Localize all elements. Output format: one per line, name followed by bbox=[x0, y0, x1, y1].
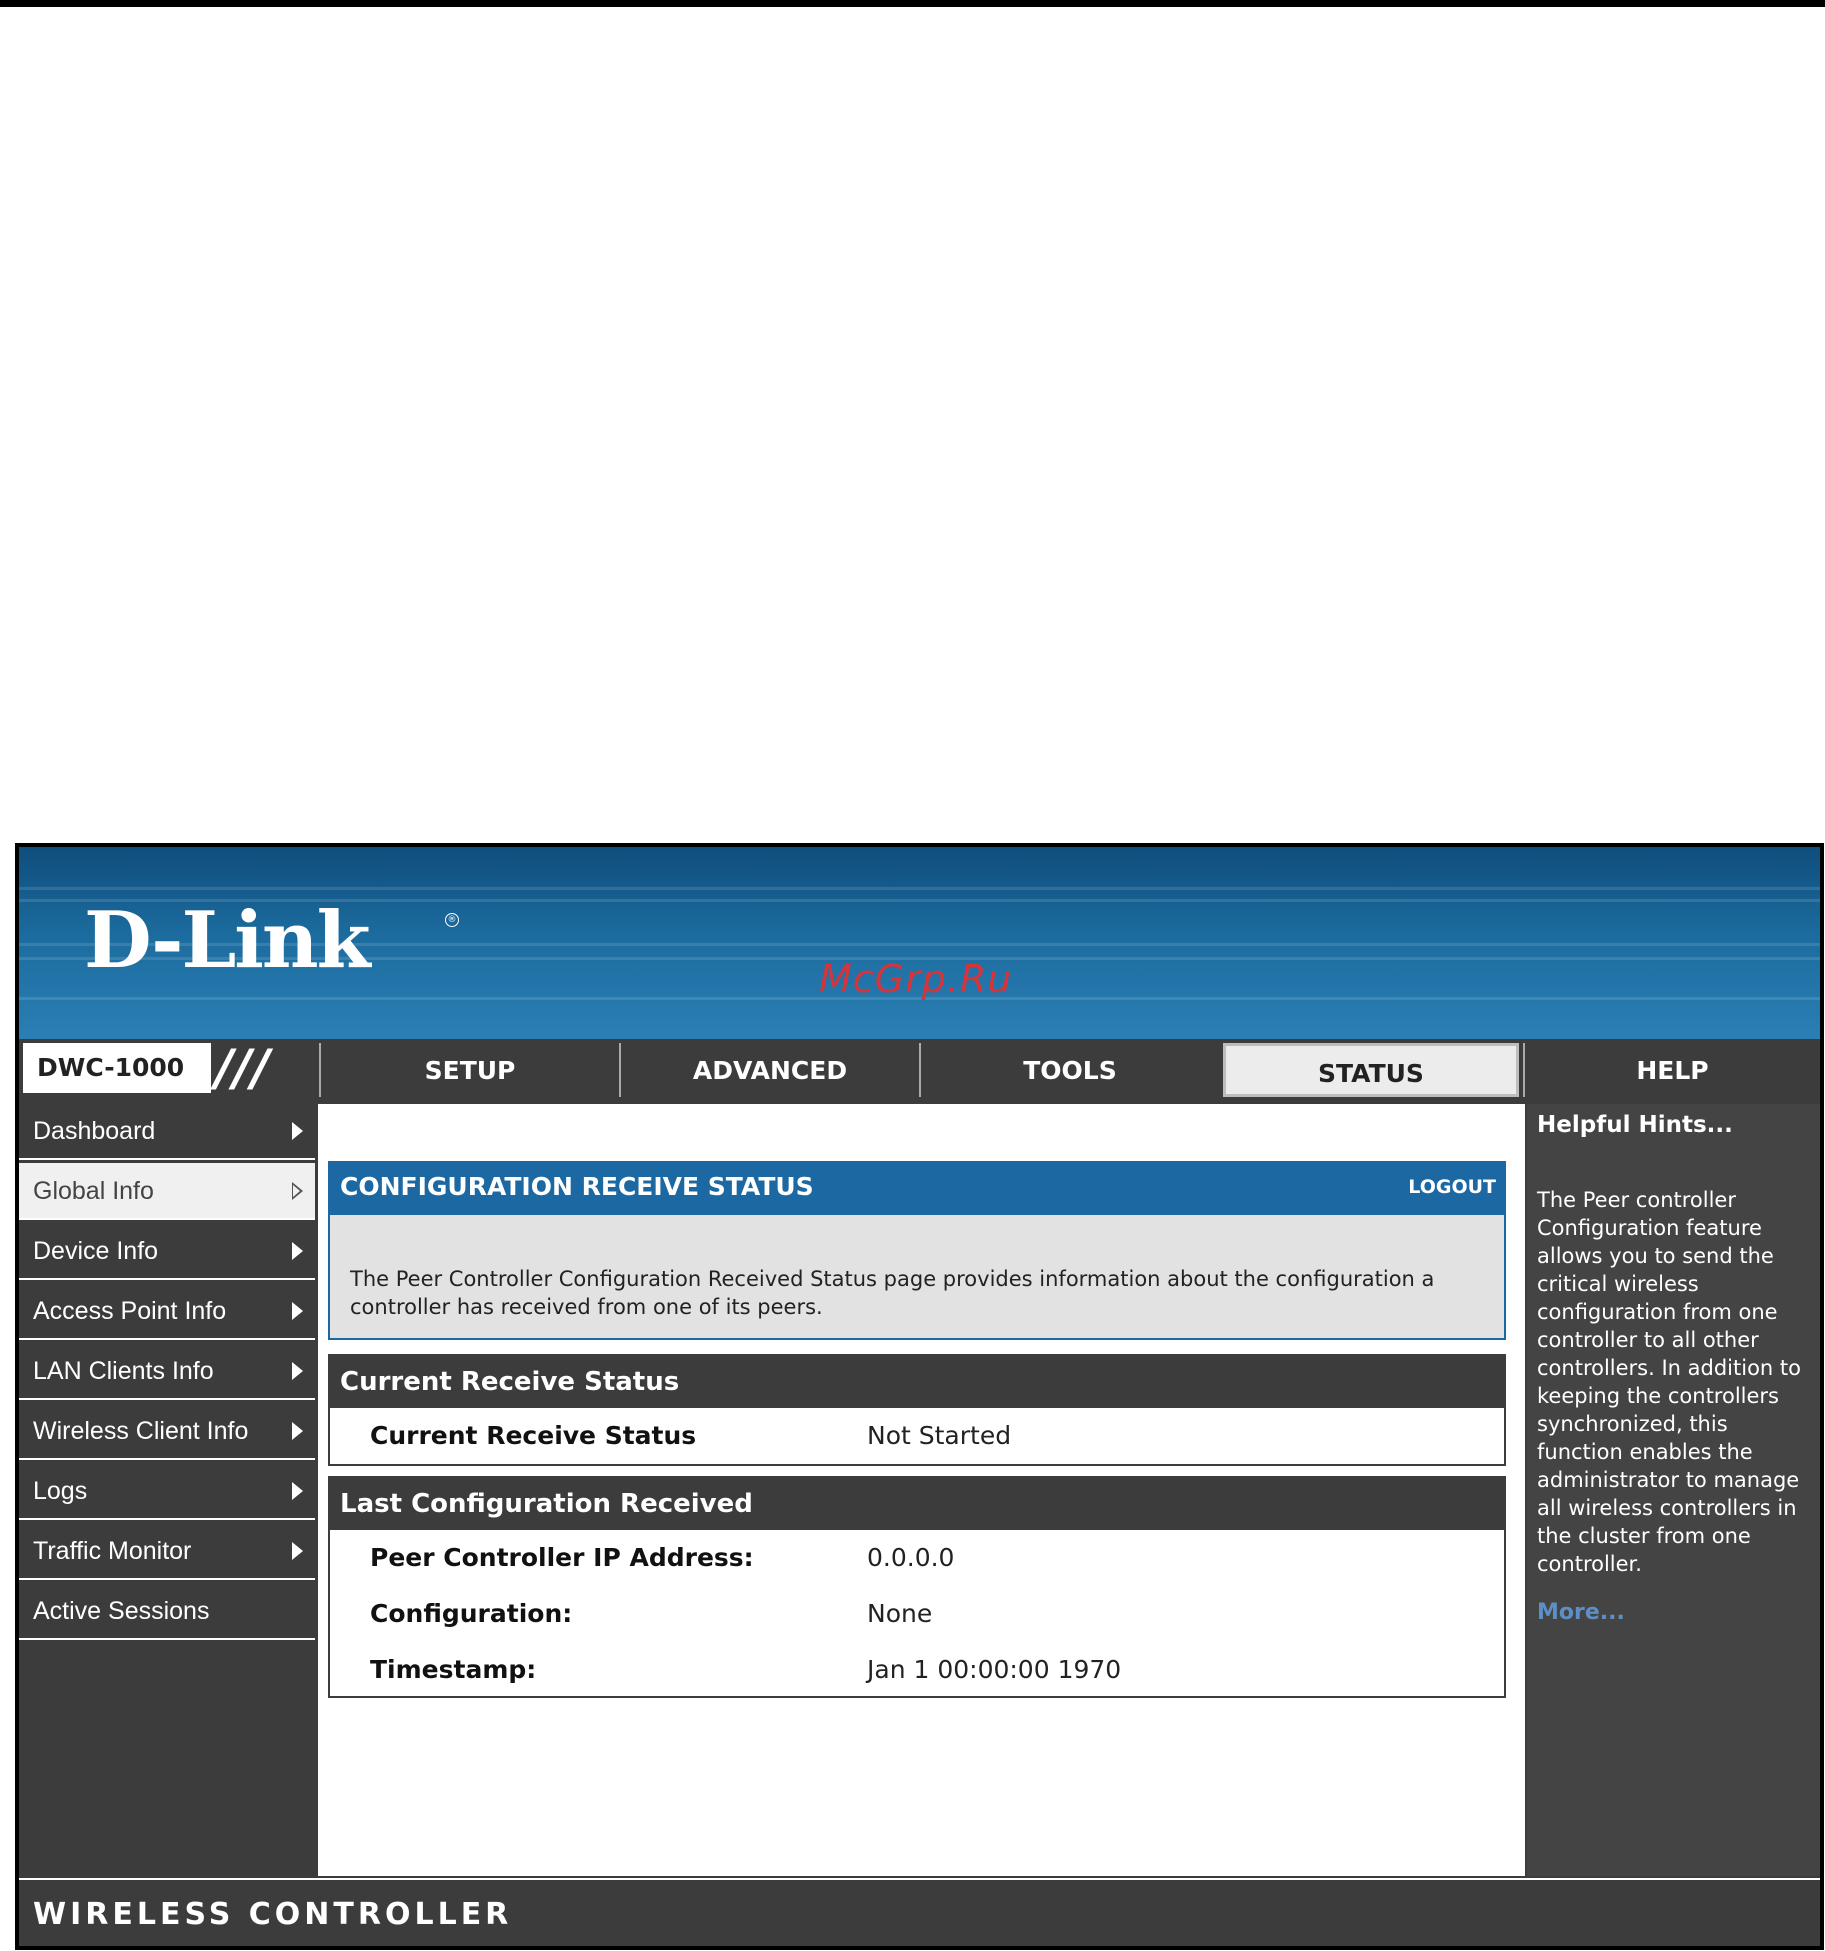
dlink-logo: D-Link bbox=[84, 895, 371, 986]
status-row: Current Receive Status Not Started bbox=[330, 1408, 1504, 1464]
tab-setup[interactable]: SETUP bbox=[319, 1043, 619, 1097]
sidebar-item-label: Device Info bbox=[33, 1237, 159, 1265]
router-admin-window: D-Link ® McGrp.Ru DWC-1000 /// SETUP ADV… bbox=[15, 843, 1824, 1950]
field-value: None bbox=[867, 1599, 933, 1628]
arrow-right-icon bbox=[292, 1362, 303, 1380]
field-label: Current Receive Status bbox=[370, 1421, 697, 1450]
sidebar-menu: Dashboard Global Info Device Info Access… bbox=[19, 1103, 315, 1643]
field-label: Configuration: bbox=[370, 1599, 573, 1628]
section-heading: Last Configuration Received bbox=[330, 1478, 1504, 1530]
sidebar-item-dashboard[interactable]: Dashboard bbox=[19, 1103, 315, 1160]
sidebar-item-traffic-monitor[interactable]: Traffic Monitor bbox=[19, 1523, 315, 1580]
page-title-bar: CONFIGURATION RECEIVE STATUS LOGOUT bbox=[328, 1161, 1506, 1213]
sidebar-item-lan-clients-info[interactable]: LAN Clients Info bbox=[19, 1343, 315, 1400]
sidebar-item-access-point-info[interactable]: Access Point Info bbox=[19, 1283, 315, 1340]
more-link[interactable]: More... bbox=[1537, 1600, 1810, 1625]
help-title: Helpful Hints... bbox=[1537, 1112, 1733, 1138]
tab-tools[interactable]: TOOLS bbox=[919, 1043, 1219, 1097]
page-title: CONFIGURATION RECEIVE STATUS bbox=[340, 1172, 814, 1201]
timestamp-row: Timestamp: Jan 1 00:00:00 1970 bbox=[330, 1642, 1504, 1698]
model-label: DWC-1000 bbox=[23, 1043, 211, 1093]
top-nav: DWC-1000 /// SETUP ADVANCED TOOLS STATUS… bbox=[19, 1039, 1820, 1101]
sidebar-item-label: Wireless Client Info bbox=[33, 1417, 249, 1445]
help-text: The Peer controller Configuration featur… bbox=[1537, 1188, 1801, 1576]
watermark-text: McGrp.Ru bbox=[819, 957, 1013, 1001]
sidebar-item-logs[interactable]: Logs bbox=[19, 1463, 315, 1520]
peer-ip-row: Peer Controller IP Address: 0.0.0.0 bbox=[330, 1530, 1504, 1586]
section-heading: Current Receive Status bbox=[330, 1356, 1504, 1408]
logout-link[interactable]: LOGOUT bbox=[1408, 1161, 1496, 1213]
arrow-right-icon bbox=[292, 1482, 303, 1500]
footer-bar: WIRELESS CONTROLLER bbox=[19, 1878, 1820, 1946]
sidebar-item-label: Access Point Info bbox=[33, 1297, 227, 1325]
arrow-right-outline-icon bbox=[292, 1182, 303, 1200]
helpful-hints-panel: Helpful Hints... The Peer controller Con… bbox=[1527, 1104, 1820, 1876]
field-value: Jan 1 00:00:00 1970 bbox=[867, 1655, 1122, 1684]
top-border-rule bbox=[0, 0, 1825, 7]
page-description: The Peer Controller Configuration Receiv… bbox=[328, 1213, 1506, 1340]
arrow-right-icon bbox=[292, 1422, 303, 1440]
field-label: Peer Controller IP Address: bbox=[370, 1543, 754, 1572]
sidebar-item-global-info[interactable]: Global Info bbox=[19, 1163, 315, 1220]
sidebar-item-wireless-client-info[interactable]: Wireless Client Info bbox=[19, 1403, 315, 1460]
arrow-right-icon bbox=[292, 1542, 303, 1560]
registered-mark: ® bbox=[445, 913, 459, 927]
field-label: Timestamp: bbox=[370, 1655, 537, 1684]
sidebar-item-label: Active Sessions bbox=[33, 1597, 210, 1625]
sidebar-item-label: LAN Clients Info bbox=[33, 1357, 214, 1385]
sidebar-item-label: Logs bbox=[33, 1477, 88, 1505]
sidebar-item-label: Global Info bbox=[33, 1177, 154, 1205]
last-configuration-section: Last Configuration Received Peer Control… bbox=[328, 1476, 1506, 1698]
arrow-right-icon bbox=[292, 1242, 303, 1260]
field-value: Not Started bbox=[867, 1421, 1012, 1450]
header-banner: D-Link ® McGrp.Ru bbox=[19, 847, 1820, 1039]
current-receive-status-section: Current Receive Status Current Receive S… bbox=[328, 1354, 1506, 1466]
arrow-right-icon bbox=[292, 1302, 303, 1320]
sidebar-item-device-info[interactable]: Device Info bbox=[19, 1223, 315, 1280]
tab-status[interactable]: STATUS bbox=[1223, 1043, 1519, 1097]
arrow-right-icon bbox=[292, 1122, 303, 1140]
field-value: 0.0.0.0 bbox=[867, 1543, 955, 1572]
sidebar-item-label: Dashboard bbox=[33, 1117, 156, 1145]
tab-advanced[interactable]: ADVANCED bbox=[619, 1043, 919, 1097]
sidebar-item-label: Traffic Monitor bbox=[33, 1537, 192, 1565]
tab-help[interactable]: HELP bbox=[1523, 1043, 1820, 1097]
configuration-row: Configuration: None bbox=[330, 1586, 1504, 1642]
main-content: CONFIGURATION RECEIVE STATUS LOGOUT The … bbox=[318, 1104, 1525, 1876]
slash-divider: /// bbox=[215, 1039, 270, 1097]
sidebar-item-active-sessions[interactable]: Active Sessions bbox=[19, 1583, 315, 1640]
